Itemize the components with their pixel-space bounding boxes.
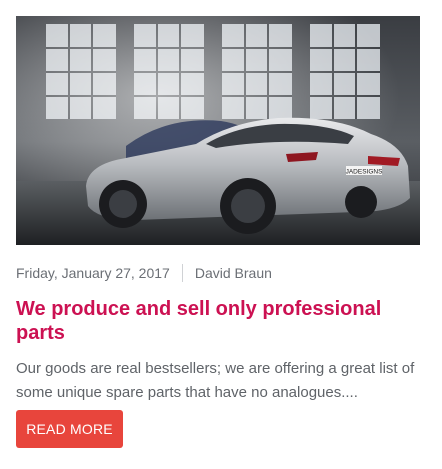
- blog-post-card: JADESIGNS Friday, January 27, 2017 David…: [16, 16, 420, 448]
- post-date: Friday, January 27, 2017: [16, 265, 170, 281]
- read-more-button[interactable]: Read more: [16, 410, 123, 448]
- post-excerpt: Our goods are real bestsellers; we are o…: [16, 360, 415, 401]
- post-title[interactable]: We produce and sell only professional pa…: [16, 297, 406, 345]
- post-image[interactable]: JADESIGNS: [16, 16, 420, 245]
- license-plate: JADESIGNS: [346, 169, 384, 176]
- car-photo: JADESIGNS: [16, 16, 420, 245]
- meta-divider: [181, 264, 183, 282]
- post-meta: Friday, January 27, 2017 David Braun: [16, 263, 420, 283]
- post-author[interactable]: David Braun: [195, 265, 272, 281]
